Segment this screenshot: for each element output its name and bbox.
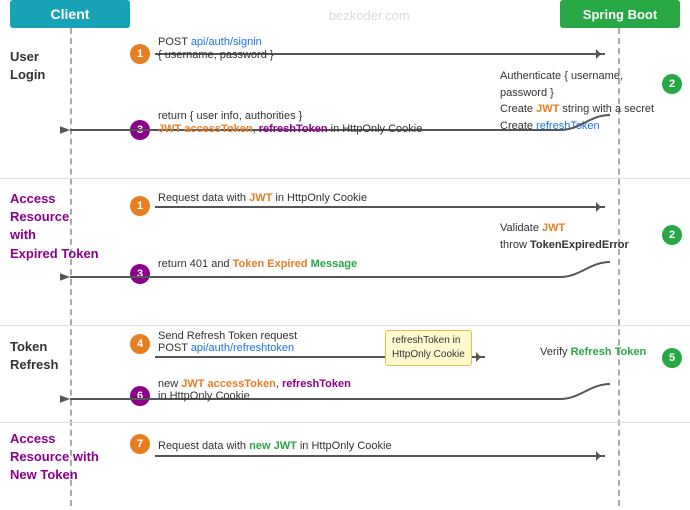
step1-body: { username, password } bbox=[158, 49, 274, 61]
step3-msg: return { user info, authorities } bbox=[158, 110, 302, 122]
step4-arrow bbox=[155, 206, 605, 208]
circle-s4-7: 7 bbox=[130, 434, 150, 454]
sep3 bbox=[0, 422, 690, 423]
step8-circle: 5 bbox=[662, 348, 682, 368]
step4-msg: Request data with JWT in HttpOnly Cookie bbox=[158, 192, 367, 204]
sep1 bbox=[0, 178, 690, 179]
step4-circle: 1 bbox=[130, 196, 150, 216]
circle-s2-1: 1 bbox=[130, 196, 150, 216]
section-refresh: TokenRefresh bbox=[10, 338, 58, 374]
step2-circle: 2 bbox=[662, 74, 682, 94]
client-header: Client bbox=[10, 0, 130, 28]
cookie-box: refreshToken inHttpOnly Cookie bbox=[385, 330, 472, 366]
step5-circle: 2 bbox=[662, 225, 682, 245]
step10-arrow bbox=[155, 455, 605, 457]
step7-circle: 4 bbox=[130, 334, 150, 354]
sep2 bbox=[0, 325, 690, 326]
circle-s3-5: 5 bbox=[662, 348, 682, 368]
section-user-login: UserLogin bbox=[10, 48, 45, 84]
diagram: bezkoder.com Client Spring Boot UserLogi… bbox=[0, 0, 690, 510]
step10-msg: Request data with new JWT in HttpOnly Co… bbox=[158, 440, 392, 452]
step8-text: Verify Refresh Token bbox=[540, 344, 660, 361]
step5-text: Validate JWT throw TokenExpiredError bbox=[500, 220, 660, 253]
circle-2: 2 bbox=[662, 74, 682, 94]
step1-circle: 1 bbox=[130, 44, 150, 64]
step6-msg: return 401 and Token Expired Message bbox=[158, 258, 357, 270]
circle-s3-4: 4 bbox=[130, 334, 150, 354]
cookie-refresh: refreshToken bbox=[392, 335, 450, 346]
step9-msg: new JWT accessToken, refreshToken in Htt… bbox=[158, 378, 351, 402]
step1-msg: POST api/auth/signin bbox=[158, 36, 262, 48]
refresh-token: refreshToken bbox=[259, 123, 328, 135]
step1-api: api/auth/signin bbox=[191, 36, 262, 48]
watermark: bezkoder.com bbox=[329, 8, 410, 23]
step10-circle: 7 bbox=[130, 434, 150, 454]
spring-header: Spring Boot bbox=[560, 0, 680, 28]
circle-s2-2: 2 bbox=[662, 225, 682, 245]
step7-msg: Send Refresh Token requestPOST api/auth/… bbox=[158, 330, 297, 354]
step3-tokens: JWT accessToken, refreshToken in HttpOnl… bbox=[158, 123, 422, 135]
section-new-token: AccessResource withNew Token bbox=[10, 430, 115, 485]
circle-1: 1 bbox=[130, 44, 150, 64]
jwt-access: JWT accessToken bbox=[158, 123, 253, 135]
